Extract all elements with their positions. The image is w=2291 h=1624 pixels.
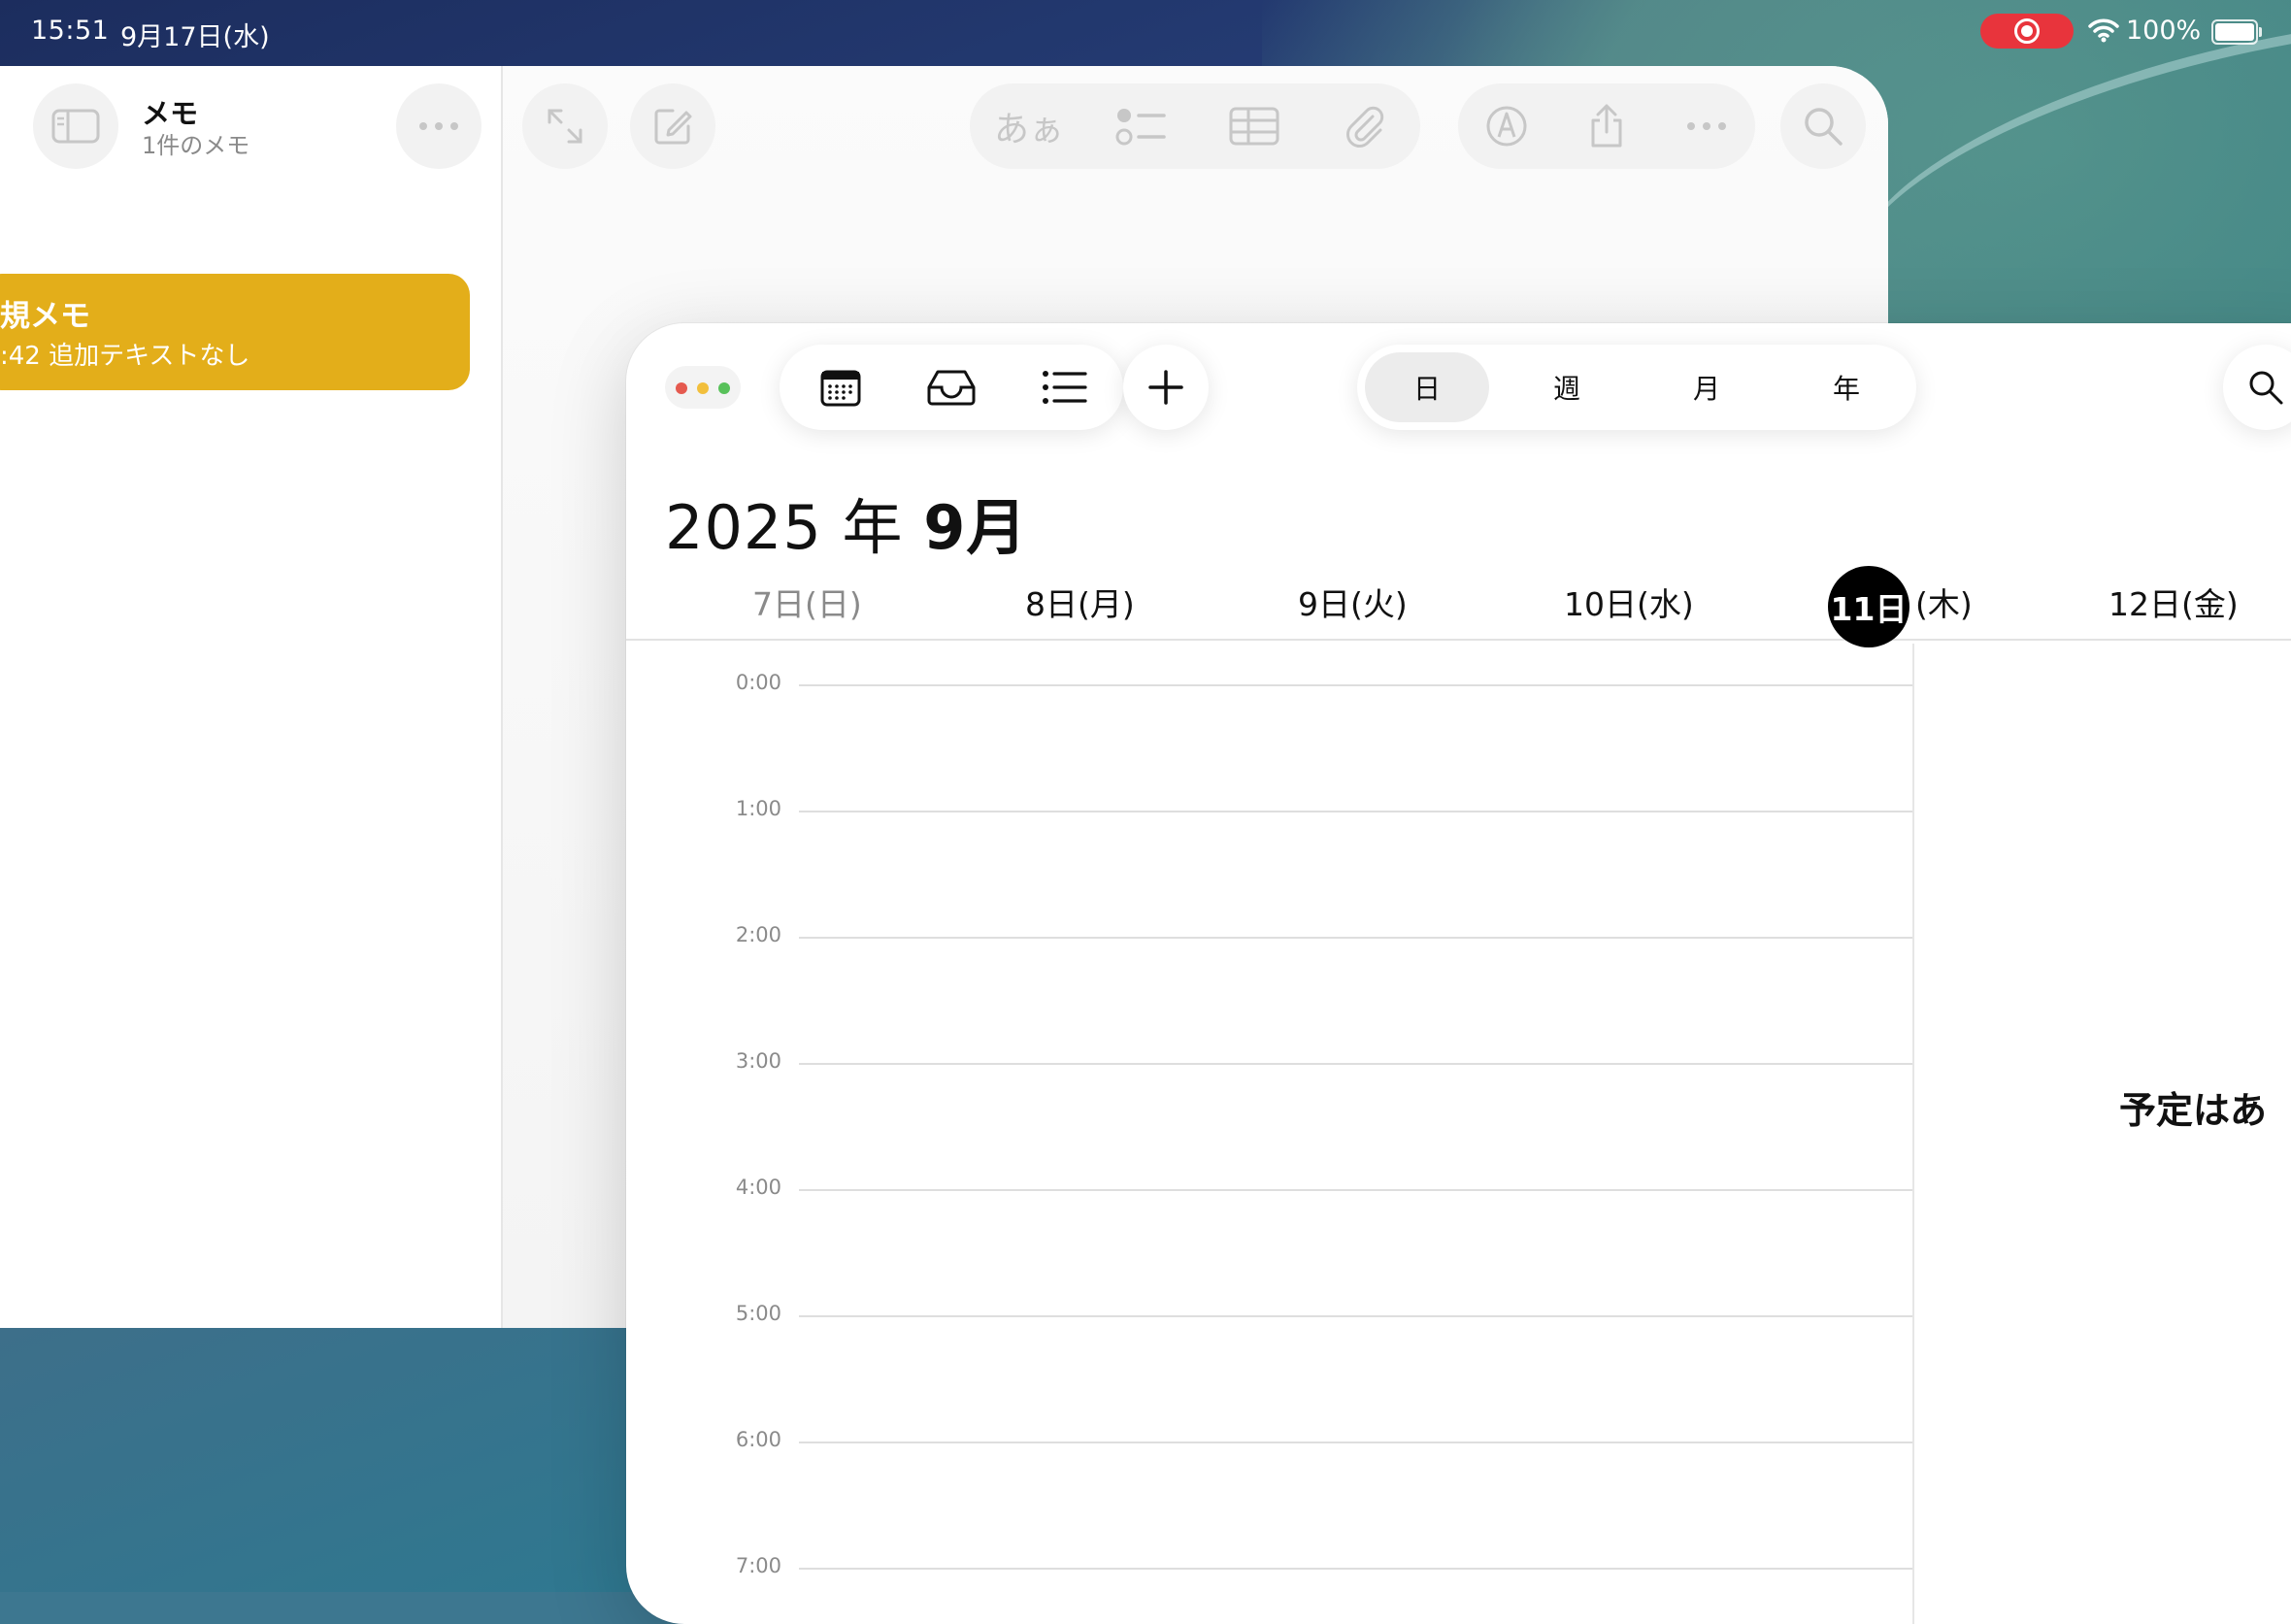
hour-row: 0:00 [626, 671, 1912, 694]
month-title: 2025 年 9月 [665, 479, 1027, 566]
share-toolbar [1458, 83, 1755, 169]
attachment-button[interactable] [1312, 83, 1418, 169]
hour-row: 5:00 [626, 1302, 1912, 1325]
screen-recording-icon[interactable] [1980, 14, 2074, 49]
paperclip-icon [1346, 106, 1384, 148]
calendars-button[interactable] [787, 345, 894, 430]
tab-month[interactable]: 月 [1644, 352, 1769, 422]
hour-label: 5:00 [735, 1302, 781, 1325]
table-button[interactable] [1201, 83, 1308, 169]
hour-label: 2:00 [735, 923, 781, 946]
day-header[interactable]: (木) [1915, 579, 1973, 625]
share-icon [1591, 104, 1622, 148]
hour-label: 6:00 [735, 1428, 781, 1451]
month-title-year: 2025 年 [665, 492, 904, 563]
hour-label: 4:00 [735, 1176, 781, 1199]
search-icon [2249, 371, 2283, 405]
hour-line [799, 1568, 1912, 1570]
day-header[interactable]: 9日(火) [1298, 579, 1408, 625]
hour-row: 4:00 [626, 1176, 1912, 1199]
inbox-button[interactable] [898, 345, 1005, 430]
hour-row: 7:00 [626, 1554, 1912, 1577]
hour-label: 7:00 [735, 1554, 781, 1577]
share-button[interactable] [1558, 83, 1655, 169]
status-time: 15:51 [31, 16, 110, 46]
hour-line [799, 1442, 1912, 1443]
markup-button[interactable] [1458, 83, 1555, 169]
checklist-icon [1115, 109, 1166, 146]
notes-sidebar: メモ 1件のメモ 規メモ :42 追加テキストなし [0, 66, 503, 1328]
compose-button[interactable] [630, 83, 715, 169]
month-title-month: 9月 [923, 492, 1028, 563]
add-event-icon-wrap [1123, 345, 1209, 430]
hour-line [799, 1189, 1912, 1191]
expand-icon [548, 109, 582, 144]
table-icon [1229, 107, 1279, 146]
text-format-button[interactable]: あぁ [976, 83, 1082, 169]
hour-line [799, 1315, 1912, 1317]
format-toolbar: あぁ [970, 83, 1420, 169]
markup-icon [1486, 106, 1527, 147]
more-icon [1687, 122, 1726, 130]
ellipsis-icon [419, 122, 458, 130]
hour-line [799, 684, 1912, 686]
compose-icon [654, 109, 692, 145]
plus-icon [1148, 370, 1183, 405]
note-title: 規メモ [0, 299, 90, 334]
calendar-window[interactable]: 日 週 月 年 2025 年 9月 7日(日) 8日(月) 9日(火) 10日(… [626, 323, 2291, 1624]
close-window-icon[interactable] [676, 382, 687, 394]
day-header[interactable]: 12日(金) [2108, 579, 2239, 625]
day-header[interactable]: 8日(月) [1025, 579, 1135, 625]
list-button[interactable] [1011, 345, 1117, 430]
calendar-icon [820, 370, 861, 407]
hour-row: 3:00 [626, 1049, 1912, 1073]
hour-line [799, 1063, 1912, 1065]
no-events-message: 予定はあ [2119, 1089, 2268, 1132]
hour-row: 6:00 [626, 1428, 1912, 1451]
tab-year[interactable]: 年 [1784, 352, 1909, 422]
day-time-grid[interactable]: 0:00 1:00 2:00 3:00 4:00 5:00 6:00 7:00 [626, 644, 2291, 1624]
notes-search-button[interactable] [1780, 83, 1866, 169]
calendar-search-button[interactable] [2223, 345, 2291, 430]
detail-divider [1912, 644, 1914, 1624]
checklist-button[interactable] [1088, 83, 1195, 169]
battery-percent: 100% [2126, 16, 2202, 46]
day-header[interactable]: 7日(日) [752, 579, 862, 625]
window-controls[interactable] [665, 366, 741, 409]
note-list-item[interactable]: 規メモ :42 追加テキストなし [0, 274, 470, 390]
week-day-header: 7日(日) 8日(月) 9日(火) 10日(水) 11日 (木) 12日(金) [626, 566, 2291, 647]
notes-more-button[interactable] [396, 83, 481, 169]
notes-count: 1件のメモ [142, 132, 250, 159]
wifi-icon [2088, 18, 2119, 43]
hour-label: 0:00 [735, 671, 781, 694]
calendar-toolbar [780, 345, 1123, 430]
hour-row: 1:00 [626, 797, 1912, 820]
tab-week[interactable]: 週 [1505, 352, 1629, 422]
sidebar-toggle-icon [51, 109, 100, 144]
hour-label: 3:00 [735, 1049, 781, 1073]
search-icon [1805, 108, 1843, 146]
hour-row: 2:00 [626, 923, 1912, 946]
status-bar: 15:51 9月17日(水) 100% [0, 0, 2291, 62]
minimize-window-icon[interactable] [697, 382, 709, 394]
zoom-window-icon[interactable] [718, 382, 730, 394]
day-header[interactable]: 10日(水) [1564, 579, 1694, 625]
note-snippet: :42 追加テキストなし [0, 342, 250, 371]
add-event-button[interactable] [1123, 345, 1209, 430]
tab-day[interactable]: 日 [1365, 352, 1489, 422]
inbox-icon [927, 370, 976, 406]
more-button[interactable] [1658, 83, 1755, 169]
hour-line [799, 937, 1912, 939]
sidebar-toggle-button[interactable] [33, 83, 118, 169]
list-icon [1043, 371, 1087, 404]
text-format-label: あぁ [993, 110, 1064, 149]
today-indicator[interactable]: 11日 [1828, 566, 1909, 647]
hour-line [799, 811, 1912, 812]
view-segmented-control: 日 週 月 年 [1357, 345, 1916, 430]
hour-label: 1:00 [735, 797, 781, 820]
battery-icon [2211, 19, 2262, 45]
expand-button[interactable] [522, 83, 608, 169]
status-date: 9月17日(水) [120, 22, 270, 52]
